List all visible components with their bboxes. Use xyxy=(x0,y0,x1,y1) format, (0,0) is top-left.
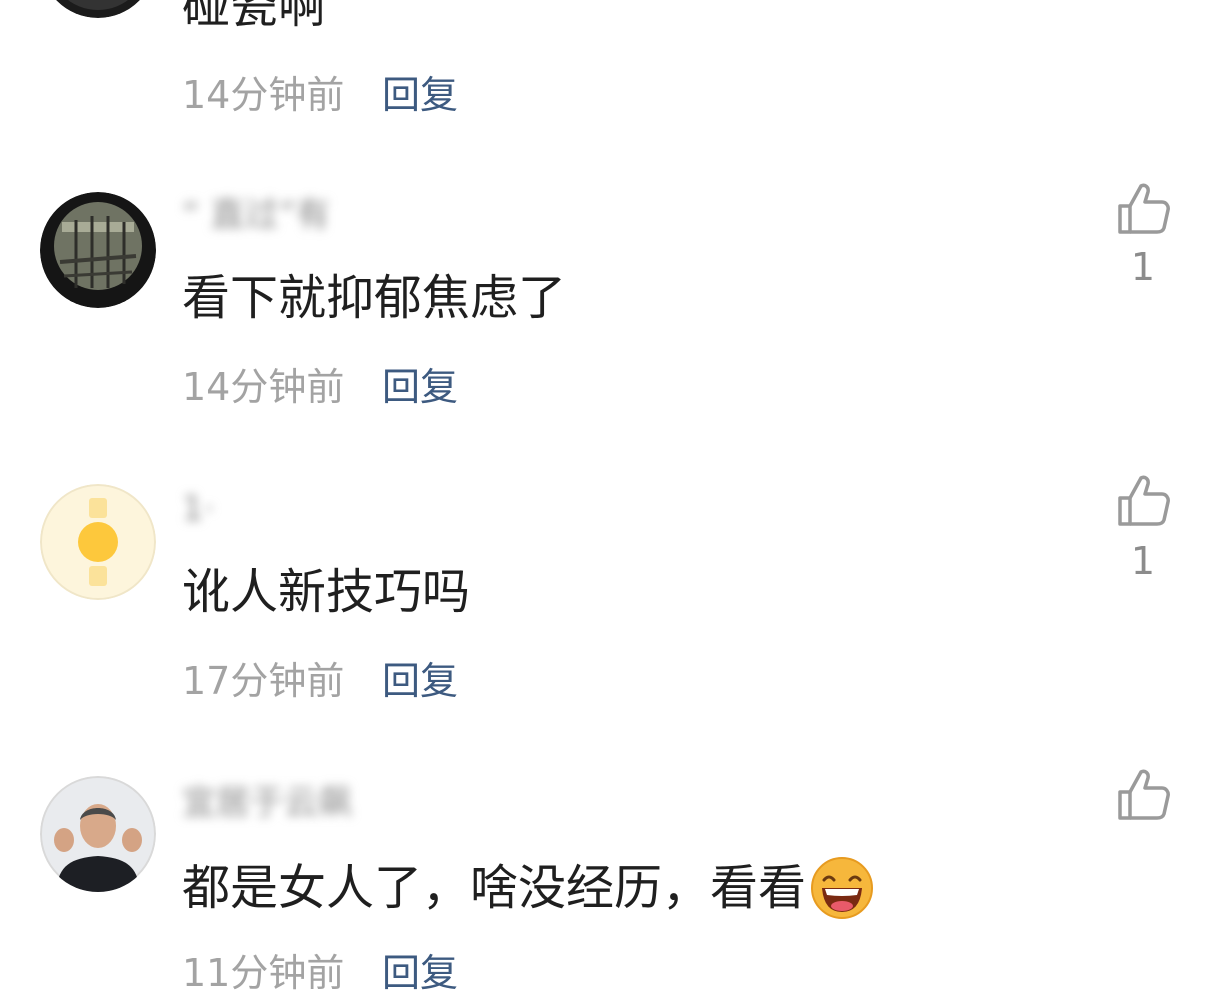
username[interactable]: “ 直过”有 xyxy=(182,196,330,234)
comment-time: 14分钟前 xyxy=(182,73,345,117)
thumbs-up-icon[interactable] xyxy=(1114,180,1172,238)
avatar[interactable] xyxy=(40,776,156,892)
avatar[interactable] xyxy=(40,0,156,18)
comment-text-content: 都是女人了，啥没经历，看看 xyxy=(182,860,807,916)
reply-button[interactable]: 回复 xyxy=(382,658,458,704)
thumbs-up-icon[interactable] xyxy=(1114,766,1172,824)
thumbs-up-icon[interactable] xyxy=(1114,472,1172,530)
comment-meta: 14分钟前 回复 xyxy=(182,72,458,118)
comment-text: 碰瓷啊 xyxy=(182,0,327,34)
laughing-emoji-icon xyxy=(811,857,874,919)
reply-button[interactable]: 回复 xyxy=(382,950,458,996)
avatar[interactable] xyxy=(40,484,156,600)
comment-meta: 11分钟前 回复 xyxy=(182,950,458,996)
comment-meta: 14分钟前 回复 xyxy=(182,364,458,410)
comment-time: 17分钟前 xyxy=(182,659,345,703)
comment-meta: 17分钟前 回复 xyxy=(182,658,458,704)
username[interactable]: 宜居于云飙 xyxy=(182,784,352,822)
comment-text: 都是女人了，啥没经历，看看 xyxy=(182,856,874,920)
like-count: 1 xyxy=(1130,539,1156,583)
username[interactable]: 1· xyxy=(182,490,214,528)
comment-time: 11分钟前 xyxy=(182,951,345,995)
like-count: 1 xyxy=(1130,245,1156,289)
avatar[interactable] xyxy=(40,192,156,308)
comment-time: 14分钟前 xyxy=(182,365,345,409)
comment-text: 看下就抑郁焦虑了 xyxy=(182,270,567,326)
reply-button[interactable]: 回复 xyxy=(382,72,458,118)
comment-text: 讹人新技巧吗 xyxy=(182,564,471,620)
reply-button[interactable]: 回复 xyxy=(382,364,458,410)
